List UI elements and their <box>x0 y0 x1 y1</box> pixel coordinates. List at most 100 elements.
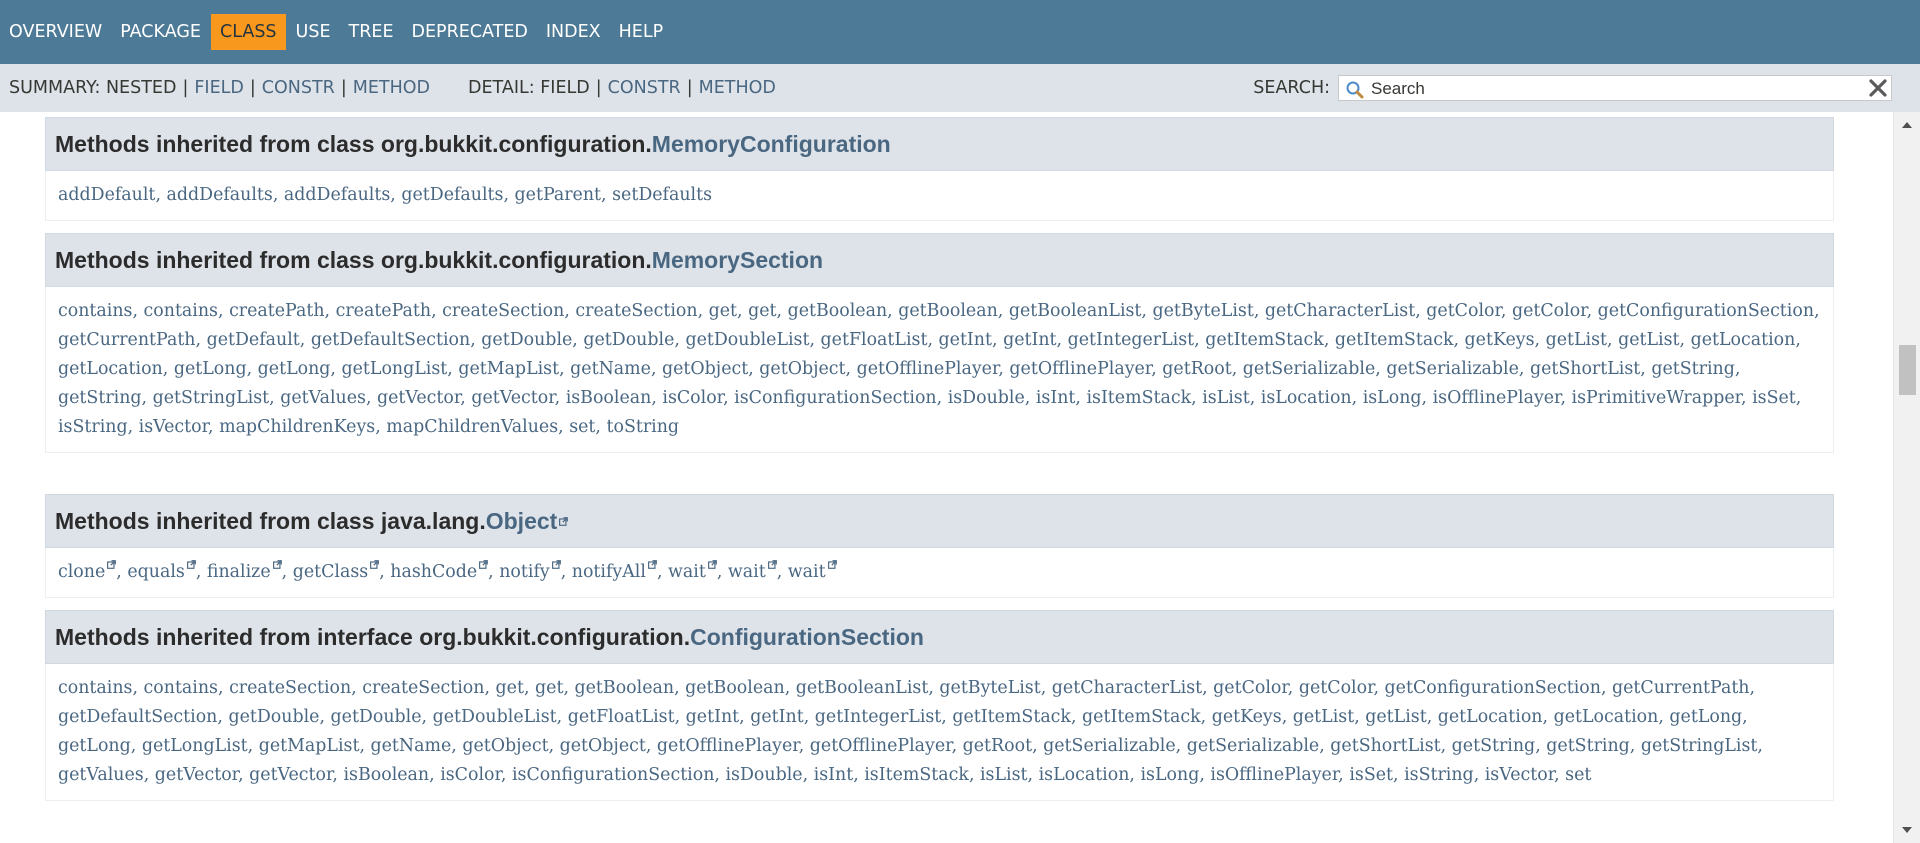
method-link[interactable]: isOfflinePlayer <box>1433 388 1561 408</box>
method-link[interactable]: getSerializable <box>1386 359 1519 379</box>
method-link[interactable]: createPath <box>336 301 431 321</box>
method-link[interactable]: contains <box>144 301 218 321</box>
method-link[interactable]: set <box>1565 765 1591 785</box>
method-link[interactable]: getLong <box>174 359 247 379</box>
scroll-down-arrow-icon[interactable] <box>1901 825 1913 835</box>
method-link[interactable]: getIntegerList <box>815 707 942 727</box>
method-link[interactable]: get <box>535 678 563 698</box>
method-link[interactable]: getVector <box>471 388 554 408</box>
method-link[interactable]: isBoolean <box>343 765 429 785</box>
method-link[interactable]: get <box>748 301 776 321</box>
method-link[interactable]: setDefaults <box>612 185 712 205</box>
method-link[interactable]: getDoubleList <box>433 707 557 727</box>
method-link[interactable]: getColor <box>1299 678 1374 698</box>
method-link[interactable]: getCharacterList <box>1265 301 1415 321</box>
method-link[interactable]: isItemStack <box>864 765 969 785</box>
method-link[interactable]: getDefault <box>207 330 300 350</box>
method-link[interactable]: getBoolean <box>685 678 785 698</box>
method-link[interactable]: getShortList <box>1530 359 1640 379</box>
scroll-up-arrow-icon[interactable] <box>1901 120 1913 130</box>
method-link[interactable]: getString <box>58 388 142 408</box>
class-link[interactable]: MemorySection <box>652 247 823 274</box>
method-link[interactable]: getKeys <box>1212 707 1282 727</box>
method-link[interactable]: isInt <box>814 765 854 785</box>
method-link[interactable]: getLong <box>58 736 131 756</box>
method-link[interactable]: createSection <box>442 301 564 321</box>
method-link[interactable]: mapChildrenValues <box>386 417 558 437</box>
method-link[interactable]: getList <box>1293 707 1354 727</box>
method-link[interactable]: getColor <box>1426 301 1501 321</box>
method-link[interactable]: getObject <box>759 359 845 379</box>
method-link[interactable]: getList <box>1618 330 1679 350</box>
method-link[interactable]: finalize <box>207 560 282 582</box>
method-link[interactable]: getString <box>1452 736 1536 756</box>
nav-deprecated[interactable]: DEPRECATED <box>412 15 528 49</box>
method-link[interactable]: getMapList <box>458 359 559 379</box>
method-link[interactable]: getIntegerList <box>1068 330 1195 350</box>
method-link[interactable]: isString <box>58 417 128 437</box>
class-link[interactable]: Object <box>486 508 558 535</box>
method-link[interactable]: getObject <box>662 359 748 379</box>
nav-class[interactable]: CLASS <box>210 14 286 50</box>
method-link[interactable]: createSection <box>362 678 484 698</box>
reset-search-icon[interactable] <box>1867 77 1889 99</box>
method-link[interactable]: getCharacterList <box>1052 678 1202 698</box>
method-link[interactable]: getDefaultSection <box>58 707 217 727</box>
method-link[interactable]: getFloatList <box>568 707 675 727</box>
method-link[interactable]: toString <box>606 417 679 437</box>
method-link[interactable]: notify <box>499 560 561 582</box>
method-link[interactable]: contains <box>58 301 132 321</box>
method-link[interactable]: getStringList <box>153 388 270 408</box>
method-link[interactable]: getList <box>1546 330 1607 350</box>
method-link[interactable]: getName <box>570 359 651 379</box>
method-link[interactable]: isDouble <box>725 765 802 785</box>
method-link[interactable]: isOfflinePlayer <box>1210 765 1338 785</box>
method-link[interactable]: getVector <box>249 765 332 785</box>
method-link[interactable]: isInt <box>1036 388 1076 408</box>
method-link[interactable]: contains <box>144 678 218 698</box>
method-link[interactable]: getInt <box>939 330 992 350</box>
method-link[interactable]: getString <box>1546 736 1630 756</box>
method-link[interactable]: getConfigurationSection <box>1598 301 1814 321</box>
method-link[interactable]: getLongList <box>142 736 248 756</box>
class-link[interactable]: ConfigurationSection <box>690 624 924 651</box>
method-link[interactable]: isVector <box>1485 765 1554 785</box>
method-link[interactable]: getItemStack <box>1335 330 1454 350</box>
method-link[interactable]: getDoubleList <box>685 330 809 350</box>
method-link[interactable]: getItemStack <box>1205 330 1324 350</box>
nav-use[interactable]: USE <box>296 15 331 49</box>
method-link[interactable]: getDefaults <box>401 185 503 205</box>
method-link[interactable]: getDefaultSection <box>311 330 470 350</box>
method-link[interactable]: getKeys <box>1465 330 1535 350</box>
method-link[interactable]: notifyAll <box>572 560 657 582</box>
method-link[interactable]: getLong <box>1669 707 1742 727</box>
method-link[interactable]: addDefault <box>58 185 155 205</box>
summary-constr-link[interactable]: CONSTR <box>262 78 335 98</box>
method-link[interactable]: getName <box>371 736 452 756</box>
method-link[interactable]: mapChildrenKeys <box>219 417 375 437</box>
method-link[interactable]: getItemStack <box>952 707 1071 727</box>
method-link[interactable]: getInt <box>1003 330 1056 350</box>
method-link[interactable]: getDouble <box>481 330 572 350</box>
method-link[interactable]: getLocation <box>58 359 163 379</box>
search-input[interactable] <box>1369 78 1843 100</box>
method-link[interactable]: isLocation <box>1261 388 1352 408</box>
method-link[interactable]: isDouble <box>948 388 1025 408</box>
method-link[interactable]: isString <box>1404 765 1474 785</box>
method-link[interactable]: getColor <box>1512 301 1587 321</box>
summary-field-link[interactable]: FIELD <box>194 78 244 98</box>
method-link[interactable]: getInt <box>750 707 803 727</box>
method-link[interactable]: getValues <box>280 388 366 408</box>
method-link[interactable]: getSerializable <box>1187 736 1320 756</box>
scrollbar-thumb[interactable] <box>1899 345 1916 395</box>
method-link[interactable]: getVector <box>155 765 238 785</box>
method-link[interactable]: getInt <box>686 707 739 727</box>
method-link[interactable]: getValues <box>58 765 144 785</box>
method-link[interactable]: hashCode <box>390 560 489 582</box>
method-link[interactable]: getDouble <box>583 330 674 350</box>
method-link[interactable]: getItemStack <box>1082 707 1201 727</box>
method-link[interactable]: getParent <box>515 185 602 205</box>
nav-help[interactable]: HELP <box>619 15 664 49</box>
nav-package[interactable]: PACKAGE <box>120 15 201 49</box>
method-link[interactable]: contains <box>58 678 132 698</box>
